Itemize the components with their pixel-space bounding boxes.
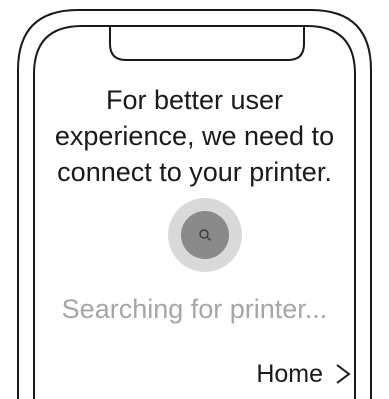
search-spinner (168, 198, 242, 272)
home-button-label: Home (256, 360, 323, 388)
chevron-right-icon (336, 364, 351, 384)
search-icon (199, 229, 211, 241)
search-spinner-core (181, 211, 229, 259)
permission-message: For better user experience, we need to c… (54, 85, 335, 187)
phone-notch (109, 26, 305, 61)
searching-status: Searching for printer... (61, 294, 328, 324)
home-button[interactable]: Home (256, 356, 351, 392)
